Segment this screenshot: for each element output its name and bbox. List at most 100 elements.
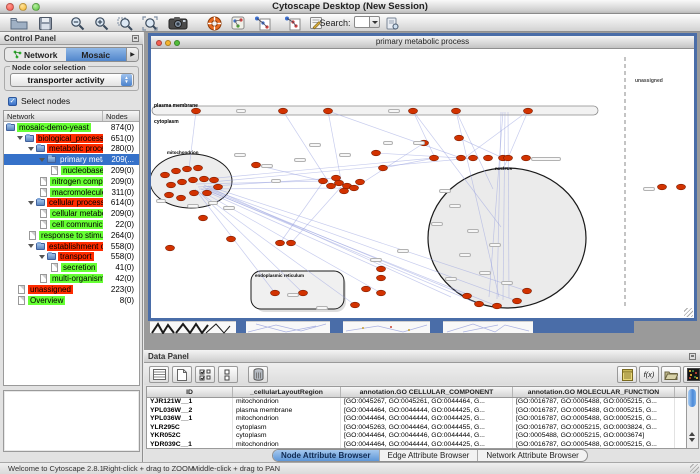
tree-row[interactable]: macromolecule311(0) [4,187,139,198]
graph-node[interactable] [279,108,288,114]
table-row[interactable]: YLR295Ccytoplasm[GO:0045263, GO:0044464,… [147,424,686,433]
attribute-table[interactable]: ID_cellularLayoutRegionannotation.GO CEL… [146,386,687,449]
table-row[interactable]: YDR039C__1mitochondrion[GO:0044464, GO:0… [147,441,686,449]
network-window-titlebar[interactable]: primary metabolic process [151,36,694,49]
graph-node[interactable] [452,108,461,114]
zoom-window-icon[interactable] [32,3,40,11]
graph-node[interactable] [327,183,336,189]
new-attribute-button[interactable] [172,366,192,383]
table-row[interactable]: YJR121W__1mitochondrion[GO:0045267, GO:0… [147,398,686,407]
graph-node[interactable] [172,168,181,174]
tab-node-attribute-browser[interactable]: Node Attribute Browser [273,450,380,461]
background-window-sliver[interactable] [150,321,236,333]
tree-row[interactable]: establishment of lo558(0) [4,241,139,252]
tree-row[interactable]: unassigned223(0) [4,284,139,295]
window-resize-grip[interactable] [684,308,693,317]
tree-row[interactable]: cellular process614(0) [4,198,139,209]
graph-node[interactable] [189,177,198,183]
delete-attribute-trash-button[interactable] [248,366,268,383]
graph-node[interactable] [350,185,359,191]
tree-row[interactable]: primary metabo209(... [4,154,139,165]
graph-node[interactable] [252,162,261,168]
tree-row[interactable]: Overview8(0) [4,295,139,306]
zoom-selected-button[interactable] [113,15,137,31]
graph-node[interactable] [166,245,175,251]
close-window-icon[interactable] [6,3,14,11]
graph-node[interactable] [677,184,686,190]
tree-col-nodes[interactable]: Nodes [103,111,139,121]
background-window-sliver[interactable] [236,321,246,333]
select-nodes-checkbox[interactable]: ✓ [8,97,17,106]
tree-row[interactable]: metabolic process280(0) [4,144,139,155]
graph-node[interactable] [199,215,208,221]
layout-tool-icon[interactable] [228,15,248,31]
graph-node[interactable] [469,155,478,161]
graph-node[interactable] [214,184,223,190]
attribute-list-button[interactable] [218,366,238,383]
tree-row[interactable]: response to stimulu264(0) [4,230,139,241]
graph-node[interactable] [513,298,522,304]
tree-row[interactable]: cellular metabol209(0) [4,208,139,219]
graph-node[interactable] [190,190,199,196]
graph-node[interactable] [372,150,381,156]
save-session-button[interactable] [34,15,56,31]
search-dropdown-arrow-icon[interactable] [370,16,380,28]
tab-network[interactable]: Network [5,48,66,61]
table-row[interactable]: YKR052Ccytoplasm[GO:0044464, GO:0044446,… [147,432,686,441]
graph-node[interactable] [276,240,285,246]
graph-node[interactable] [362,286,371,292]
tab-mosaic[interactable]: Mosaic [66,48,127,61]
graph-node[interactable] [161,172,170,178]
scrollbar-thumb[interactable] [688,389,696,407]
search-options-button[interactable] [384,15,400,31]
graph-node[interactable] [377,290,386,296]
tree-expander-icon[interactable] [28,244,34,251]
graph-node[interactable] [356,179,365,185]
close-view-icon[interactable] [156,40,162,46]
graph-node[interactable] [377,275,386,281]
graph-node[interactable] [522,155,531,161]
tab-edge-attribute-browser[interactable]: Edge Attribute Browser [380,450,479,461]
graph-node[interactable] [504,155,513,161]
graph-node[interactable] [340,188,349,194]
graph-node[interactable] [177,195,186,201]
graph-node[interactable] [524,108,533,114]
graph-node[interactable] [463,293,472,299]
scroll-up-icon[interactable] [689,429,695,436]
graph-node[interactable] [287,240,296,246]
tree-expander-icon[interactable] [39,158,45,165]
snapshot-camera-button[interactable] [164,15,192,31]
table-column-header[interactable]: annotation.GO MOLECULAR_FUNCTION [513,387,675,397]
graph-node[interactable] [178,179,187,185]
graph-node[interactable] [271,290,280,296]
background-window-sliver[interactable] [430,321,443,333]
background-window-sliver[interactable] [343,321,430,333]
background-window-sliver[interactable] [246,321,330,333]
edge-tool-icon[interactable] [250,15,274,31]
import-attributes-button[interactable] [661,366,681,383]
background-window-sliver[interactable] [533,321,634,333]
notepad-button[interactable] [617,366,637,383]
search-input[interactable] [354,16,370,28]
table-row[interactable]: YPL036W__2plasma membrane[GO:0044464, GO… [147,407,686,416]
birdseye-view-panel[interactable] [3,390,140,452]
graph-node[interactable] [332,175,341,181]
tree-row[interactable]: nitrogen compo209(0) [4,176,139,187]
graph-node[interactable] [351,302,360,308]
tree-expander-icon[interactable] [17,136,23,143]
graph-node[interactable] [379,165,388,171]
tab-network-attribute-browser[interactable]: Network Attribute Browser [478,450,586,461]
tree-row[interactable]: cell communicat22(0) [4,219,139,230]
attribute-checklist-button[interactable] [195,366,215,383]
function-builder-button[interactable]: f(x) [639,366,659,383]
graph-node[interactable] [484,155,493,161]
zoom-out-button[interactable] [66,15,88,31]
table-column-header[interactable]: ID [147,387,233,397]
float-panel-icon[interactable] [689,353,696,360]
tab-overflow-arrow-icon[interactable]: ▶ [126,48,138,61]
table-column-header[interactable]: annotation.GO CELLULAR_COMPONENT [341,387,513,397]
graph-node[interactable] [167,182,176,188]
zoom-view-icon[interactable] [174,40,180,46]
node-tool-icon[interactable] [280,15,304,31]
tree-row[interactable]: biological_process651(0) [4,133,139,144]
